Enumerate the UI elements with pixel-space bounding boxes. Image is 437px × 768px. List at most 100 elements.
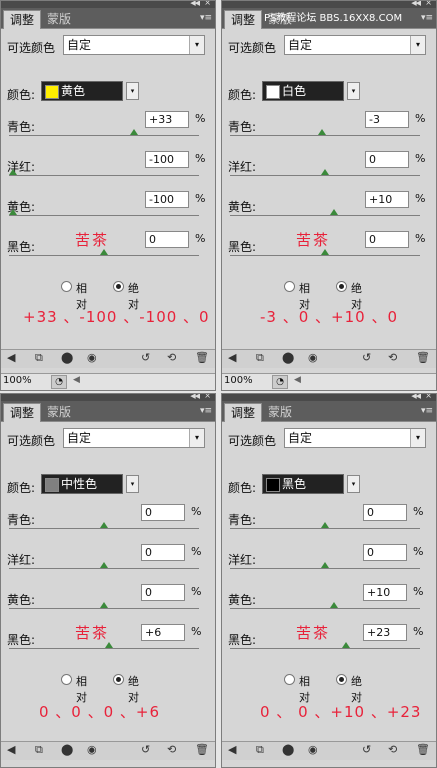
scroll-left-icon[interactable]: ◀ bbox=[294, 375, 301, 385]
collapse-icon[interactable]: ◀◀ bbox=[190, 394, 200, 400]
previous-state-icon[interactable]: ↺ bbox=[362, 743, 371, 756]
slider-thumb-2[interactable] bbox=[9, 169, 17, 175]
close-icon[interactable]: × bbox=[204, 1, 211, 7]
reset-icon[interactable]: ⟲ bbox=[167, 351, 176, 364]
previous-state-icon[interactable]: ↺ bbox=[141, 743, 150, 756]
reset-icon[interactable]: ⟲ bbox=[388, 743, 397, 756]
slider-track-4[interactable] bbox=[9, 255, 199, 256]
tab-adjustments[interactable]: 调整 bbox=[224, 403, 263, 422]
close-icon[interactable]: × bbox=[425, 394, 432, 400]
mask-icon[interactable]: ⬤ bbox=[282, 743, 294, 756]
close-icon[interactable]: × bbox=[204, 394, 211, 400]
panel-titlebar[interactable]: ◀◀ × bbox=[222, 394, 436, 401]
panel-titlebar[interactable]: ◀◀ × bbox=[1, 394, 215, 401]
clip-layer-icon[interactable]: ⧉ bbox=[35, 743, 43, 757]
slider-track-1[interactable] bbox=[9, 528, 199, 529]
mask-icon[interactable]: ⬤ bbox=[282, 351, 294, 364]
slider-value-input-4[interactable]: +23 bbox=[363, 624, 407, 641]
slider-thumb-3[interactable] bbox=[330, 209, 339, 215]
status-menu-icon[interactable]: ◔ bbox=[51, 375, 67, 389]
clip-layer-icon[interactable]: ⧉ bbox=[35, 351, 43, 365]
back-arrow-icon[interactable]: ◀ bbox=[7, 351, 15, 364]
slider-thumb-4[interactable] bbox=[341, 642, 350, 648]
slider-value-input-1[interactable]: 0 bbox=[141, 504, 185, 521]
panel-titlebar[interactable]: ◀◀ × bbox=[1, 1, 215, 8]
radio-absolute[interactable] bbox=[336, 281, 347, 292]
slider-track-3[interactable] bbox=[230, 215, 420, 216]
slider-thumb-3[interactable] bbox=[9, 209, 17, 215]
mask-icon[interactable]: ⬤ bbox=[61, 351, 73, 364]
zoom-level[interactable]: 100% bbox=[3, 375, 32, 386]
slider-value-input-1[interactable]: -3 bbox=[365, 111, 409, 128]
slider-value-input-2[interactable]: -100 bbox=[145, 151, 189, 168]
back-arrow-icon[interactable]: ◀ bbox=[228, 351, 236, 364]
chevron-down-icon[interactable]: ▾ bbox=[126, 82, 139, 100]
radio-absolute[interactable] bbox=[336, 674, 347, 685]
trash-icon[interactable]: 🗑 bbox=[416, 743, 430, 756]
back-arrow-icon[interactable]: ◀ bbox=[7, 743, 15, 756]
colors-select[interactable]: 黑色 bbox=[262, 474, 344, 494]
colors-select[interactable]: 黄色 bbox=[41, 81, 123, 101]
slider-track-1[interactable] bbox=[9, 135, 199, 136]
radio-relative[interactable] bbox=[61, 281, 72, 292]
colors-select[interactable]: 白色 bbox=[262, 81, 344, 101]
clip-layer-icon[interactable]: ⧉ bbox=[256, 743, 264, 757]
slider-value-input-3[interactable]: +10 bbox=[365, 191, 409, 208]
slider-track-2[interactable] bbox=[9, 568, 199, 569]
slider-value-input-3[interactable]: -100 bbox=[145, 191, 189, 208]
slider-thumb-1[interactable] bbox=[321, 522, 329, 528]
slider-thumb-1[interactable] bbox=[318, 129, 327, 135]
slider-track-2[interactable] bbox=[230, 175, 420, 176]
slider-track-4[interactable] bbox=[230, 648, 420, 649]
slider-track-4[interactable] bbox=[9, 648, 199, 649]
slider-track-4[interactable] bbox=[230, 255, 420, 256]
panel-menu-icon[interactable]: ▾≡ bbox=[200, 406, 212, 416]
colors-select[interactable]: 中性色 bbox=[41, 474, 123, 494]
slider-value-input-2[interactable]: 0 bbox=[365, 151, 409, 168]
preset-select[interactable]: 自定 ▾ bbox=[63, 428, 205, 448]
slider-track-2[interactable] bbox=[9, 175, 199, 176]
preset-select[interactable]: 自定 ▾ bbox=[63, 35, 205, 55]
slider-track-2[interactable] bbox=[230, 568, 420, 569]
chevron-down-icon[interactable]: ▾ bbox=[126, 475, 139, 493]
collapse-icon[interactable]: ◀◀ bbox=[411, 1, 421, 7]
trash-icon[interactable]: 🗑 bbox=[416, 351, 430, 364]
status-menu-icon[interactable]: ◔ bbox=[272, 375, 288, 389]
reset-icon[interactable]: ⟲ bbox=[388, 351, 397, 364]
chevron-down-icon[interactable]: ▾ bbox=[347, 82, 360, 100]
slider-track-1[interactable] bbox=[230, 528, 420, 529]
slider-thumb-3[interactable] bbox=[330, 602, 339, 608]
mask-icon[interactable]: ⬤ bbox=[61, 743, 73, 756]
eye-icon[interactable]: ◉ bbox=[87, 743, 97, 756]
slider-thumb-3[interactable] bbox=[100, 602, 108, 608]
radio-absolute[interactable] bbox=[113, 281, 124, 292]
eye-icon[interactable]: ◉ bbox=[308, 351, 318, 364]
clip-layer-icon[interactable]: ⧉ bbox=[256, 351, 264, 365]
tab-masks[interactable]: 蒙版 bbox=[41, 10, 77, 28]
eye-icon[interactable]: ◉ bbox=[308, 743, 318, 756]
zoom-level[interactable]: 100% bbox=[224, 375, 253, 386]
slider-thumb-1[interactable] bbox=[130, 129, 139, 135]
radio-relative[interactable] bbox=[284, 674, 295, 685]
tab-adjustments[interactable]: 调整 bbox=[3, 10, 42, 29]
slider-thumb-1[interactable] bbox=[100, 522, 108, 528]
radio-relative[interactable] bbox=[284, 281, 295, 292]
collapse-icon[interactable]: ◀◀ bbox=[411, 394, 421, 400]
panel-titlebar[interactable]: ◀◀ × bbox=[222, 1, 436, 8]
slider-track-3[interactable] bbox=[230, 608, 420, 609]
panel-menu-icon[interactable]: ▾≡ bbox=[421, 406, 433, 416]
slider-value-input-2[interactable]: 0 bbox=[363, 544, 407, 561]
scroll-left-icon[interactable]: ◀ bbox=[73, 375, 80, 385]
panel-menu-icon[interactable]: ▾≡ bbox=[421, 13, 433, 23]
close-icon[interactable]: × bbox=[425, 1, 432, 7]
trash-icon[interactable]: 🗑 bbox=[195, 351, 209, 364]
previous-state-icon[interactable]: ↺ bbox=[362, 351, 371, 364]
slider-value-input-1[interactable]: 0 bbox=[363, 504, 407, 521]
preset-select[interactable]: 自定 ▾ bbox=[284, 35, 426, 55]
slider-value-input-3[interactable]: +10 bbox=[363, 584, 407, 601]
collapse-icon[interactable]: ◀◀ bbox=[190, 1, 200, 7]
slider-thumb-2[interactable] bbox=[321, 169, 329, 175]
tab-masks[interactable]: 蒙版 bbox=[262, 403, 298, 421]
panel-menu-icon[interactable]: ▾≡ bbox=[200, 13, 212, 23]
back-arrow-icon[interactable]: ◀ bbox=[228, 743, 236, 756]
